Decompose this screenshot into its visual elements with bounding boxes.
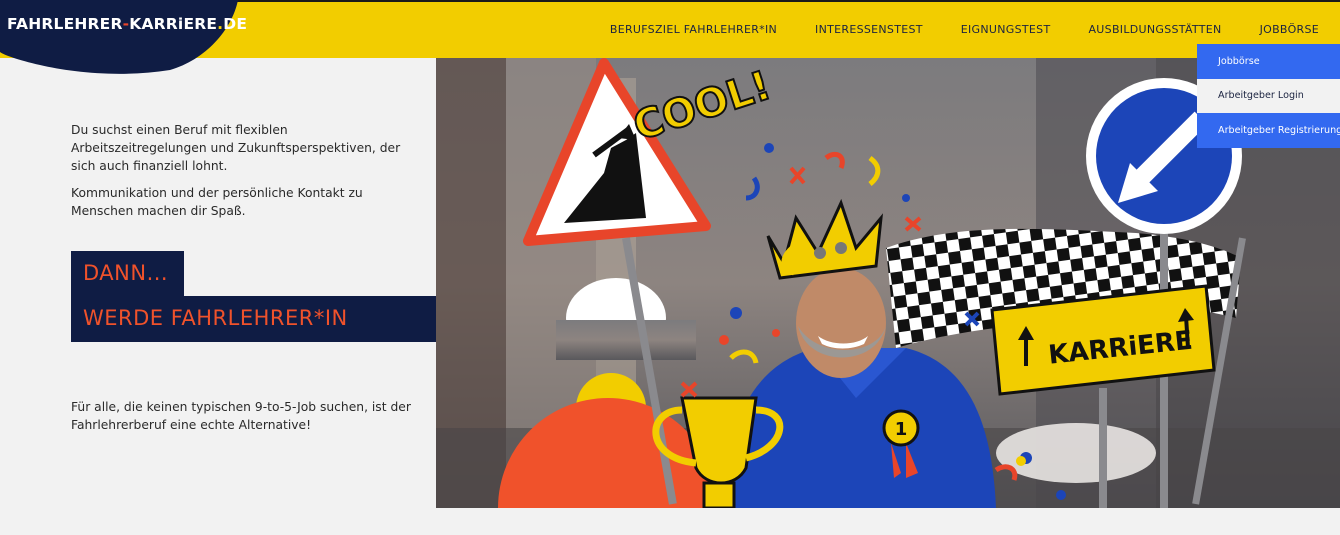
dropdown-item-jobboerse[interactable]: Jobbörse xyxy=(1197,44,1340,79)
dropdown-item-arbeitgeber-login[interactable]: Arbeitgeber Login xyxy=(1197,78,1340,113)
medal-number: 1 xyxy=(895,419,908,440)
cta-heading-line2: WERDE FAHRLEHRER*IN xyxy=(71,296,447,342)
outro-paragraph: Für alle, die keinen typischen 9-to-5-Jo… xyxy=(71,400,411,432)
jobboerse-dropdown: Jobbörse Arbeitgeber Login Arbeitgeber R… xyxy=(1197,44,1340,148)
nav-item-interessenstest[interactable]: INTERESSENSTEST xyxy=(796,23,942,36)
logo-background xyxy=(0,0,238,74)
intro-paragraph-1: Du suchst einen Beruf mit flexiblen Arbe… xyxy=(71,123,401,173)
site-logo[interactable]: FAHRLEHRER-KARRiERE.DE xyxy=(7,15,247,33)
intro-paragraph-2: Kommunikation und der persönliche Kontak… xyxy=(71,186,363,218)
nav-item-eignungstest[interactable]: EIGNUNGSTEST xyxy=(942,23,1070,36)
cta-heading-line1: DANN... xyxy=(71,251,184,297)
nav-item-jobboerse[interactable]: JOBBÖRSE xyxy=(1241,23,1340,36)
dropdown-item-arbeitgeber-registrierung[interactable]: Arbeitgeber Registrierung xyxy=(1197,113,1340,148)
intro-text: Du suchst einen Beruf mit flexiblen Arbe… xyxy=(71,121,411,220)
nav-item-berufsziel[interactable]: BERUFSZIEL FAHRLEHRER*IN xyxy=(591,23,796,36)
nav-item-ausbildungsstaetten[interactable]: AUSBILDUNGSSTÄTTEN xyxy=(1069,23,1240,36)
